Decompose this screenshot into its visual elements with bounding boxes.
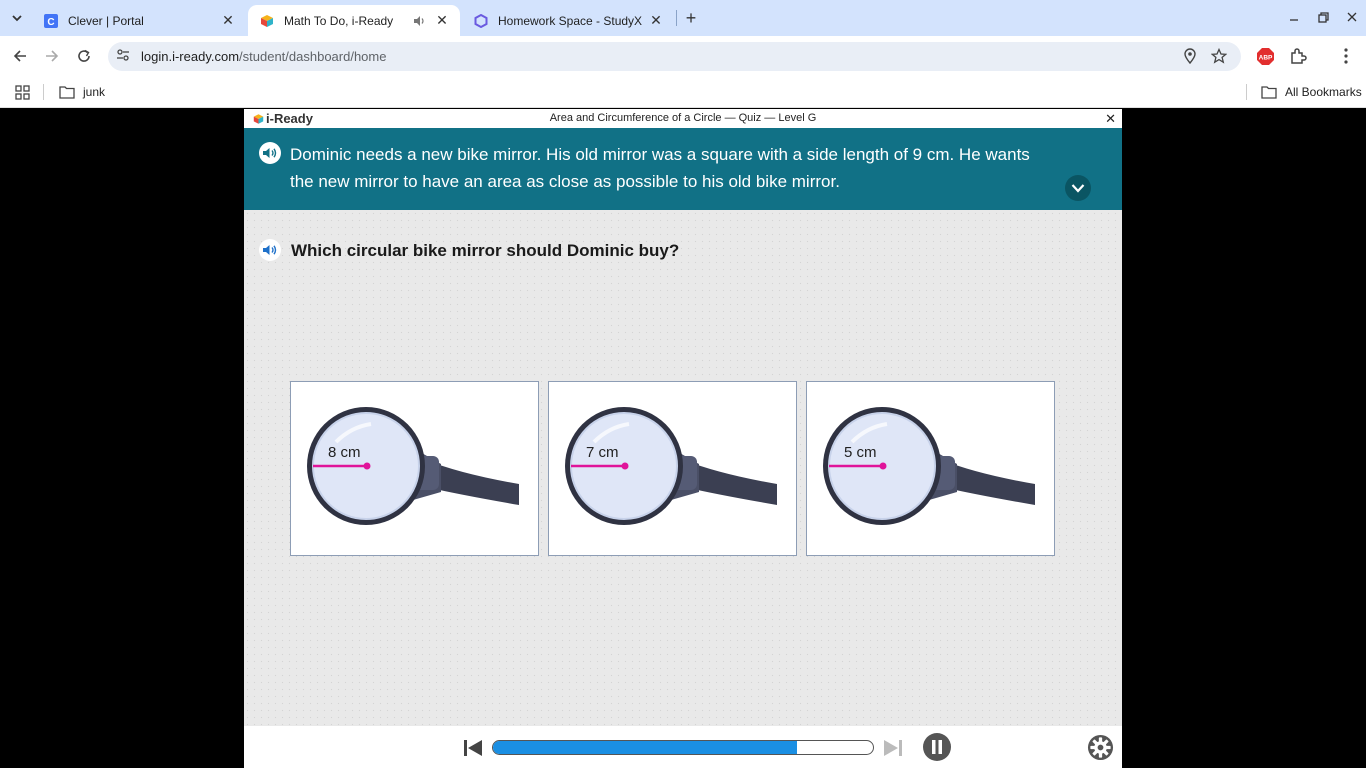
tab-separator [676, 10, 677, 26]
new-tab-button[interactable]: + [680, 8, 702, 28]
folder-icon [1261, 86, 1277, 99]
tab-studyx[interactable]: Homework Space - StudyX ✕ [462, 5, 674, 36]
site-info-icon[interactable] [115, 47, 135, 67]
prompt-line-1: Dominic needs a new bike mirror. His old… [290, 145, 1030, 164]
forward-button[interactable] [41, 45, 63, 67]
bookmarks-divider [1246, 84, 1247, 100]
arrow-left-icon [13, 50, 26, 62]
tab-audio-icon[interactable] [412, 14, 426, 28]
tab-strip: C Clever | Portal ✕ Math To Do, i-Ready … [0, 0, 1366, 36]
minimize-icon [1290, 19, 1298, 21]
bookmark-folder-junk[interactable]: junk [59, 82, 105, 102]
radius-label: 5 cm [844, 444, 877, 461]
answer-choice-3[interactable]: 5 cm [806, 381, 1055, 556]
close-tab-icon[interactable]: ✕ [220, 12, 236, 29]
read-aloud-question-button[interactable] [259, 239, 281, 261]
lesson-footer [244, 726, 1122, 768]
speaker-icon [263, 245, 277, 255]
tab-title: Math To Do, i-Ready [284, 13, 394, 28]
extensions-icon[interactable] [1289, 47, 1307, 70]
svg-text:C: C [47, 17, 54, 28]
url-host: login.i-ready.com [141, 49, 240, 64]
restore-icon [1317, 11, 1329, 23]
magnifier-mirror-icon [823, 407, 1035, 525]
problem-prompt: Dominic needs a new bike mirror. His old… [244, 128, 1122, 210]
answer-choice-1[interactable]: 8 cm [290, 381, 539, 556]
magnifier-mirror-icon [307, 407, 519, 525]
bookmark-star-icon[interactable] [1210, 47, 1228, 69]
radius-label: 7 cm [586, 444, 619, 461]
lesson-title: Area and Circumference of a Circle — Qui… [549, 112, 817, 124]
apps-grid-icon [15, 84, 30, 100]
bookmark-label: junk [83, 85, 106, 99]
collapse-prompt-button[interactable] [1065, 175, 1091, 201]
bookmarks-divider [43, 84, 44, 100]
magnifier-mirror-icon [565, 407, 777, 525]
previous-button[interactable] [462, 737, 484, 759]
answer-choice-2[interactable]: 7 cm [548, 381, 797, 556]
restore-button[interactable] [1312, 8, 1334, 26]
svg-text:ABP: ABP [1259, 55, 1273, 62]
url-text: login.i-ready.com/student/dashboard/home [141, 49, 386, 64]
read-aloud-prompt-button[interactable] [259, 142, 281, 164]
studyx-favicon-icon [474, 13, 488, 28]
back-button[interactable] [9, 45, 31, 67]
reload-icon [78, 49, 90, 62]
lesson-header: i-Ready Area and Circumference of a Circ… [244, 109, 1122, 128]
iready-lesson: i-Ready Area and Circumference of a Circ… [244, 109, 1122, 768]
speaker-icon [263, 148, 277, 158]
radius-label: 8 cm [328, 444, 361, 461]
iready-favicon-icon [261, 14, 273, 27]
next-button[interactable] [882, 737, 904, 759]
arrow-right-icon [46, 50, 59, 62]
minimize-button[interactable] [1283, 8, 1305, 26]
url-path: /student/dashboard/home [239, 49, 387, 64]
reload-button[interactable] [73, 45, 95, 67]
chevron-down-icon [12, 14, 22, 21]
pause-icon [932, 740, 942, 754]
skip-back-icon [464, 740, 482, 756]
question-text: Which circular bike mirror should Domini… [291, 241, 680, 260]
close-tab-icon[interactable]: ✕ [648, 12, 664, 29]
browser-menu-icon[interactable] [1339, 47, 1353, 70]
location-icon[interactable] [1182, 48, 1198, 69]
tab-title: Homework Space - StudyX [498, 13, 643, 28]
skip-forward-icon [884, 740, 902, 756]
folder-icon [59, 86, 75, 99]
all-bookmarks-label: All Bookmarks [1285, 85, 1362, 99]
close-icon [1347, 12, 1357, 22]
all-bookmarks-button[interactable]: All Bookmarks [1261, 82, 1362, 102]
close-tab-icon[interactable]: ✕ [434, 12, 450, 29]
tab-search-button[interactable] [6, 7, 28, 29]
bookmarks-bar: junk All Bookmarks [0, 76, 1366, 108]
chevron-down-icon [1071, 184, 1085, 193]
progress-fill [493, 741, 797, 754]
pause-button[interactable] [923, 733, 951, 761]
clever-favicon-icon: C [44, 13, 58, 28]
prompt-text: Dominic needs a new bike mirror. His old… [290, 141, 1080, 195]
apps-button[interactable] [15, 82, 38, 102]
tab-clever[interactable]: C Clever | Portal ✕ [32, 5, 246, 36]
prompt-line-2: the new mirror to have an area as close … [290, 172, 840, 191]
tab-iready[interactable]: Math To Do, i-Ready ✕ [248, 5, 460, 36]
close-window-button[interactable] [1341, 8, 1363, 26]
lesson-progress-bar [492, 740, 874, 755]
tab-title: Clever | Portal [68, 13, 144, 28]
question-area: Which circular bike mirror should Domini… [244, 210, 1122, 726]
adblock-extension-icon[interactable]: ABP [1256, 47, 1275, 66]
close-lesson-button[interactable]: ✕ [1105, 111, 1116, 127]
settings-gear-icon[interactable] [1087, 734, 1114, 761]
